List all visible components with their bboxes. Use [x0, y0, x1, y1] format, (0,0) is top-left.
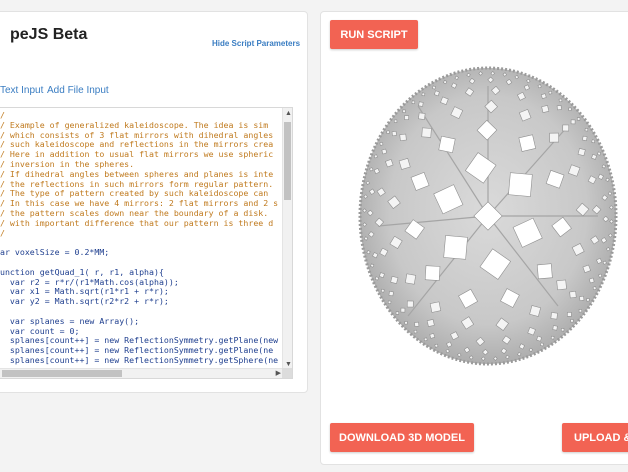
- scroll-down-icon[interactable]: ▼: [285, 361, 292, 368]
- code-line: splanes[count++] = new ReflectionSymmetr…: [0, 365, 286, 367]
- code-text[interactable]: / / Example of generalized kaleidoscope. …: [0, 111, 286, 367]
- vertical-scrollbar[interactable]: ▲ ▼: [282, 108, 292, 370]
- scroll-up-icon[interactable]: ▲: [285, 110, 292, 117]
- code-line: ar voxelSize = 0.2*MM;: [0, 247, 110, 258]
- upload-button[interactable]: UPLOAD &: [562, 423, 628, 452]
- horizontal-scrollbar[interactable]: ▶: [0, 368, 284, 378]
- hide-script-parameters-link[interactable]: Hide Script Parameters: [212, 39, 300, 48]
- code-line: / with important difference that our pat…: [0, 217, 274, 228]
- code-line: /: [0, 227, 5, 238]
- horizontal-scroll-thumb[interactable]: [2, 370, 122, 377]
- vertical-scroll-thumb[interactable]: [284, 122, 291, 200]
- run-script-button[interactable]: RUN SCRIPT: [330, 20, 418, 49]
- tab-text-input[interactable]: Text Input: [0, 85, 43, 96]
- download-3d-model-button[interactable]: DOWNLOAD 3D MODEL: [330, 423, 474, 452]
- scroll-right-icon[interactable]: ▶: [276, 370, 281, 377]
- app-title: peJS Beta: [10, 26, 88, 43]
- code-editor[interactable]: / / Example of generalized kaleidoscope. …: [0, 107, 293, 379]
- model-viewer[interactable]: [358, 66, 618, 366]
- code-line: var y2 = Math.sqrt(r2*r2 + r*r);: [0, 296, 169, 307]
- tab-add-file-input[interactable]: Add File Input: [47, 85, 109, 96]
- scrollbar-corner: [282, 368, 292, 378]
